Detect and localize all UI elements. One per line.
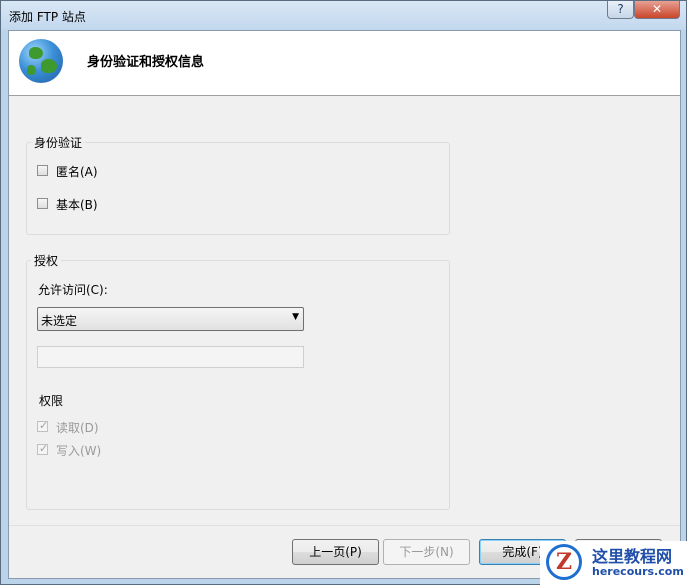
anonymous-label: 匿名(A) bbox=[56, 165, 98, 179]
site-watermark: Z 这里教程网 herecours.com bbox=[540, 541, 687, 585]
anonymous-checkbox[interactable] bbox=[37, 165, 48, 176]
write-checkbox[interactable]: ✓ bbox=[37, 442, 49, 455]
watermark-url: herecours.com bbox=[592, 565, 684, 578]
authorization-group: 授权 允许访问(C): 未选定 ▼ 权限 ✓ 读取(D) ✓ 写入(W) bbox=[26, 252, 450, 510]
users-input[interactable] bbox=[37, 346, 304, 368]
read-label: 读取(D) bbox=[56, 421, 99, 435]
dialog-content: 身份验证和授权信息 身份验证 匿名(A) 基本(B) 授权 允许访问(C): 未… bbox=[8, 30, 681, 579]
watermark-name: 这里教程网 bbox=[592, 547, 673, 566]
write-label: 写入(W) bbox=[56, 444, 102, 458]
next-button[interactable]: 下一步(N) bbox=[383, 539, 470, 565]
previous-button[interactable]: 上一页(P) bbox=[292, 539, 379, 565]
checkmark-icon: ✓ bbox=[39, 442, 49, 455]
dropdown-arrow-icon: ▼ bbox=[292, 312, 299, 322]
dialog-window: 添加 FTP 站点 ? ✕ 身份验证和授权信息 身份验证 匿名(A) 基本(B) bbox=[0, 0, 687, 585]
basic-checkbox[interactable] bbox=[37, 198, 48, 209]
allow-access-label: 允许访问(C): bbox=[38, 283, 108, 297]
authentication-group: 身份验证 匿名(A) 基本(B) bbox=[26, 134, 450, 235]
allow-access-select[interactable]: 未选定 ▼ bbox=[37, 307, 304, 331]
permissions-title: 权限 bbox=[39, 394, 64, 408]
close-button[interactable]: ✕ bbox=[634, 1, 680, 19]
window-title: 添加 FTP 站点 bbox=[9, 10, 86, 24]
authentication-group-title: 身份验证 bbox=[31, 134, 86, 151]
title-bar[interactable]: 添加 FTP 站点 ? ✕ bbox=[1, 1, 686, 30]
authorization-group-title: 授权 bbox=[31, 252, 62, 269]
basic-label: 基本(B) bbox=[56, 198, 98, 212]
globe-icon bbox=[19, 39, 63, 83]
help-button[interactable]: ? bbox=[607, 1, 634, 19]
page-title: 身份验证和授权信息 bbox=[87, 55, 205, 70]
watermark-logo-icon: Z bbox=[546, 544, 582, 580]
wizard-header: 身份验证和授权信息 bbox=[9, 31, 680, 96]
allow-access-value: 未选定 bbox=[41, 314, 78, 328]
checkmark-icon: ✓ bbox=[39, 419, 49, 432]
read-checkbox[interactable]: ✓ bbox=[37, 419, 49, 432]
footer-divider bbox=[9, 525, 680, 526]
